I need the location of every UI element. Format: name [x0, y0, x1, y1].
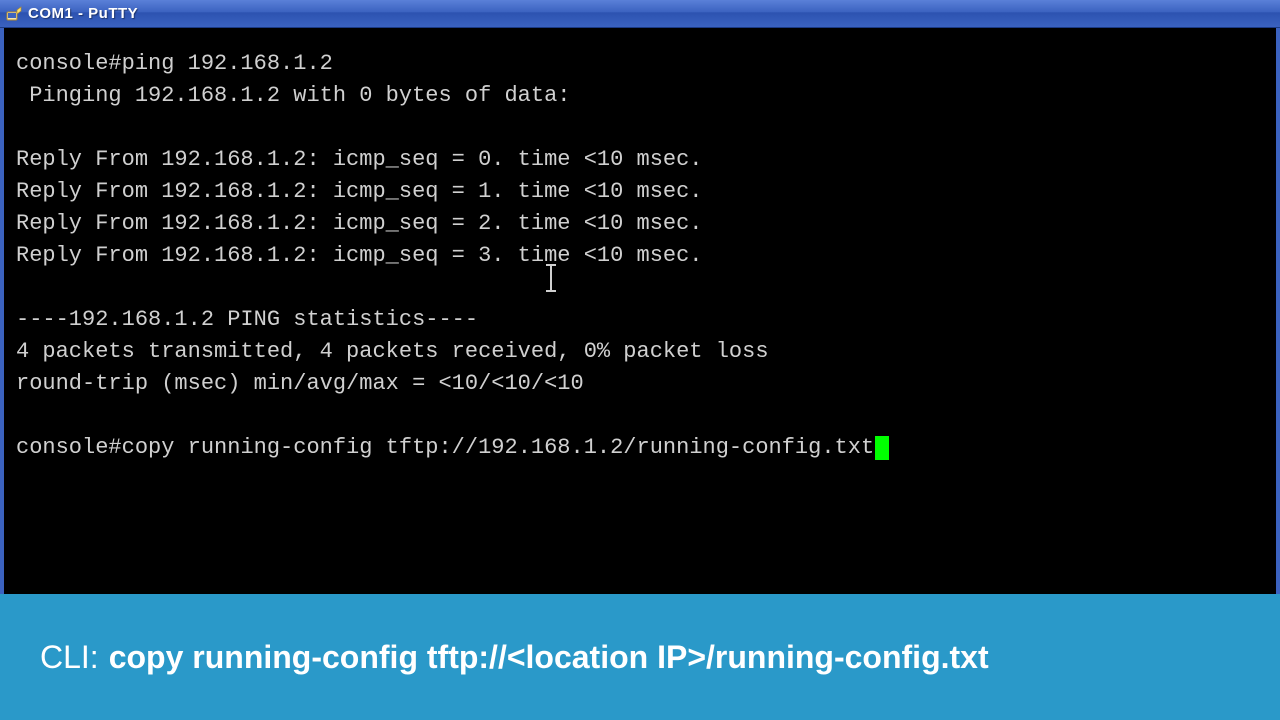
- window-title: COM1 - PuTTY: [28, 5, 138, 22]
- putty-icon: [6, 6, 22, 22]
- caption-command: copy running-config tftp://<location IP>…: [109, 639, 989, 676]
- terminal-caret: [875, 436, 889, 460]
- terminal[interactable]: console#ping 192.168.1.2 Pinging 192.168…: [4, 28, 1276, 568]
- caption-prefix: CLI:: [40, 639, 99, 676]
- terminal-current-command[interactable]: copy running-config tftp://192.168.1.2/r…: [122, 435, 875, 460]
- terminal-prompt: console#: [16, 435, 122, 460]
- caption-banner: CLI: copy running-config tftp://<locatio…: [0, 594, 1280, 720]
- terminal-output: console#ping 192.168.1.2 Pinging 192.168…: [16, 51, 769, 396]
- window-title-bar[interactable]: COM1 - PuTTY: [0, 0, 1280, 28]
